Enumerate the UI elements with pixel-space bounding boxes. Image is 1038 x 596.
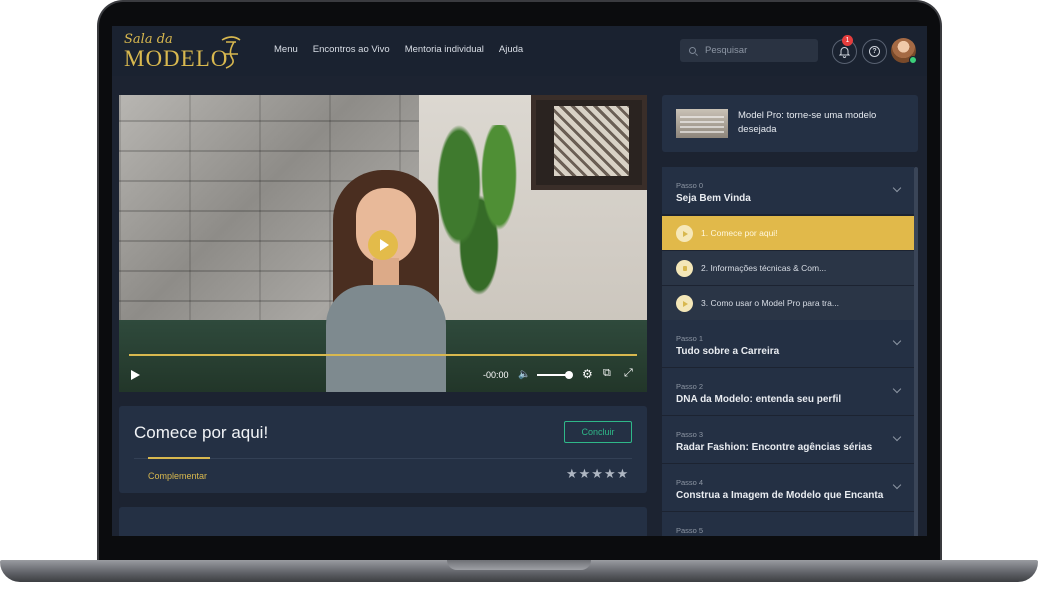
chevron-down-icon <box>892 336 902 346</box>
step-number: Passo 2 <box>676 382 704 391</box>
search-icon <box>689 47 696 54</box>
step-header[interactable]: Passo 5 <box>662 512 914 536</box>
search-input[interactable] <box>705 45 805 56</box>
volume-icon[interactable]: 🔈 <box>518 369 530 380</box>
laptop-notch <box>447 560 591 570</box>
chevron-down-icon <box>892 432 902 442</box>
step-title: DNA da Modelo: entenda seu perfil <box>676 394 842 405</box>
user-avatar[interactable] <box>891 38 917 64</box>
nav-item-menu[interactable]: Menu <box>274 44 298 55</box>
help-icon: ? <box>869 46 880 57</box>
logo-line2: MODELO <box>124 46 229 71</box>
step-title: Seja Bem Vinda <box>676 193 751 204</box>
step-header[interactable]: Passo 0 Seja Bem Vinda <box>662 167 914 215</box>
nav-item-help[interactable]: Ajuda <box>499 44 523 55</box>
lesson-card: Comece por aqui! Concluir Complementar ★… <box>119 406 647 493</box>
step-title: Radar Fashion: Encontre agências sérias <box>676 442 873 453</box>
step-title: Tudo sobre a Carreira <box>676 346 780 357</box>
lesson-item-label: 3. Como usar o Model Pro para tra... <box>701 298 839 308</box>
top-navbar: Sala da MODELO Menu Encontros ao Vivo Me… <box>112 26 927 76</box>
play-circle-icon <box>676 225 693 242</box>
lesson-item-active[interactable]: 1. Comece por aqui! <box>662 215 914 250</box>
rating-stars[interactable]: ★★★★★ <box>566 466 629 482</box>
step-title: Construa a Imagem de Modelo que Encanta <box>676 490 884 501</box>
play-circle-icon <box>676 295 693 312</box>
course-thumbnail <box>676 109 728 138</box>
lesson-item-label: 1. Comece por aqui! <box>701 228 778 238</box>
center-play-button[interactable] <box>368 230 398 260</box>
step-header[interactable]: Passo 2 DNA da Modelo: entenda seu perfi… <box>662 368 914 416</box>
fullscreen-icon[interactable]: ⤢ <box>624 367 633 380</box>
lesson-item[interactable]: 2. Informações técnicas & Com... <box>662 250 914 285</box>
notifications-button[interactable]: 1 <box>832 35 857 64</box>
volume-slider[interactable] <box>537 371 573 379</box>
app-screen: Sala da MODELO Menu Encontros ao Vivo Me… <box>112 26 927 536</box>
video-controls: -00:00 🔈 ⚙ ⧉ ⤢ <box>119 363 647 387</box>
open-external-icon[interactable]: ⧉ <box>603 367 611 380</box>
step-header[interactable]: Passo 1 Tudo sobre a Carreira <box>662 320 914 368</box>
chevron-down-icon <box>892 384 902 394</box>
steps-accordion: Passo 0 Seja Bem Vinda 1. Comece por aqu… <box>662 167 914 536</box>
step-header[interactable]: Passo 3 Radar Fashion: Encontre agências… <box>662 416 914 464</box>
document-icon <box>676 260 693 277</box>
video-scene-painting <box>531 95 647 190</box>
step-number: Passo 5 <box>676 526 704 535</box>
video-time: -00:00 <box>483 370 509 380</box>
step-number: Passo 3 <box>676 430 704 439</box>
chevron-down-icon <box>892 183 902 193</box>
laptop-bezel <box>99 536 940 562</box>
settings-gear-icon[interactable]: ⚙ <box>582 367 593 381</box>
step-number: Passo 4 <box>676 478 704 487</box>
online-status-dot <box>909 56 917 64</box>
video-scene-presenter <box>311 170 461 392</box>
video-progress-bar[interactable] <box>129 354 637 356</box>
course-title: Model Pro: torne-se uma modelo desejada <box>738 110 877 135</box>
step-header[interactable]: Passo 4 Construa a Imagem de Modelo que … <box>662 464 914 512</box>
lesson-item[interactable]: 3. Como usar o Model Pro para tra... <box>662 285 914 320</box>
help-button[interactable]: ? <box>862 39 887 64</box>
chevron-down-icon <box>892 480 902 490</box>
step-number: Passo 1 <box>676 334 704 343</box>
logo-line1: Sala da <box>124 32 173 47</box>
tab-active-indicator <box>148 457 210 459</box>
nav-links: Menu Encontros ao Vivo Mentoria individu… <box>274 44 523 55</box>
course-card[interactable]: Model Pro: torne-se uma modelo desejada <box>662 95 918 152</box>
bell-icon <box>839 46 850 58</box>
nav-item-live[interactable]: Encontros ao Vivo <box>313 44 390 55</box>
video-player[interactable]: -00:00 🔈 ⚙ ⧉ ⤢ <box>119 95 647 392</box>
steps-scrollbar[interactable] <box>914 167 918 536</box>
lesson-title: Comece por aqui! <box>134 423 269 442</box>
comments-card <box>119 507 647 536</box>
brand-logo[interactable]: Sala da MODELO <box>120 30 250 72</box>
logo-figure-icon <box>221 36 241 69</box>
lesson-item-label: 2. Informações técnicas & Com... <box>701 263 827 273</box>
conclude-button[interactable]: Concluir <box>564 421 632 443</box>
play-icon[interactable] <box>131 370 140 380</box>
notification-badge: 1 <box>842 35 853 46</box>
search-box[interactable] <box>680 39 818 62</box>
step-number: Passo 0 <box>676 181 704 190</box>
nav-item-mentoring[interactable]: Mentoria individual <box>405 44 484 55</box>
tab-complementar[interactable]: Complementar <box>148 471 207 481</box>
